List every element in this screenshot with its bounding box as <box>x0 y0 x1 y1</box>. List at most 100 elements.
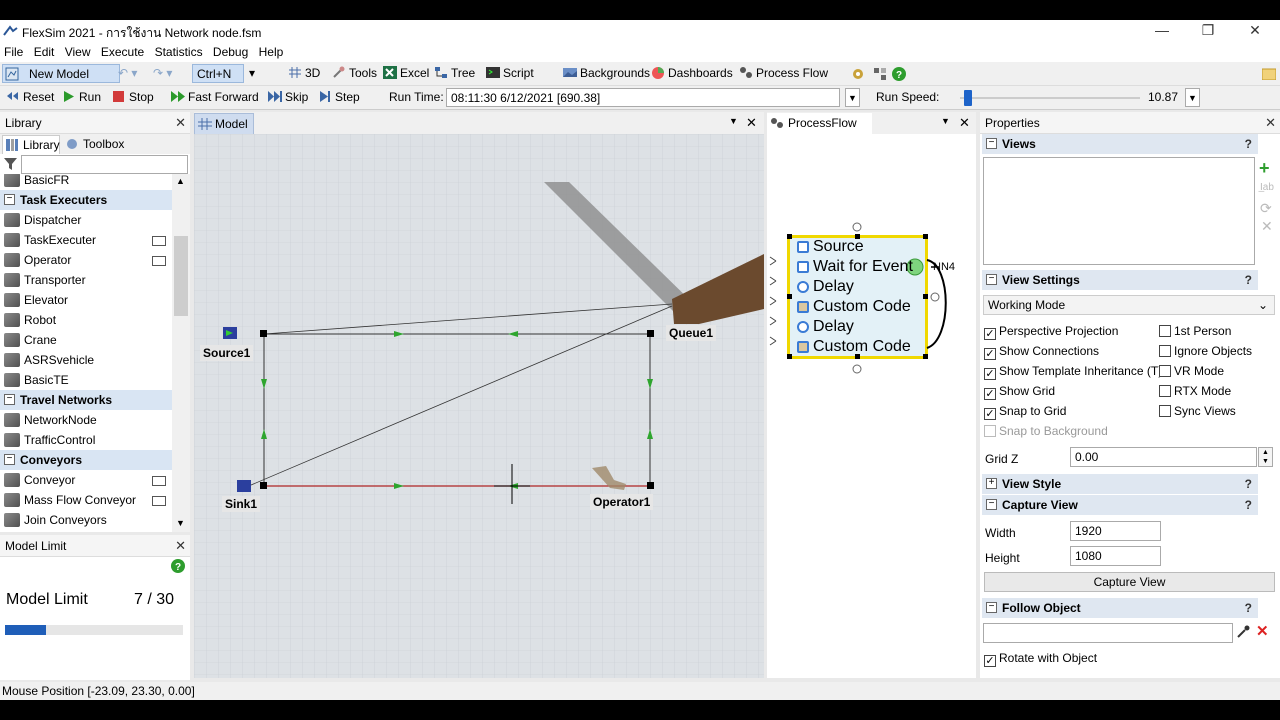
pf-dropdown-icon[interactable]: ▼ <box>941 116 950 126</box>
skip-button[interactable]: Skip <box>268 90 308 104</box>
menu-edit[interactable]: Edit <box>30 44 58 59</box>
help-icon[interactable]: ? <box>892 67 906 81</box>
run-button[interactable]: Run <box>62 90 101 104</box>
section-view-settings[interactable]: − View Settings? <box>982 270 1258 290</box>
dashboards-button[interactable]: Dashboards <box>651 66 733 80</box>
library-item[interactable]: Elevator <box>0 290 172 310</box>
library-category[interactable]: − Travel Networks <box>0 390 172 410</box>
library-item[interactable]: TaskExecuter <box>0 230 172 250</box>
pf-activity[interactable]: Delay <box>797 318 854 338</box>
pf-activity[interactable]: Wait for Event <box>797 258 913 278</box>
run-speed-slider-track[interactable] <box>960 97 1140 99</box>
follow-object-help-icon[interactable]: ? <box>1245 601 1252 615</box>
network-node-1[interactable] <box>260 330 267 337</box>
menu-statistics[interactable]: Statistics <box>151 44 206 59</box>
follow-object-field[interactable] <box>983 623 1233 643</box>
view-setting-checkbox[interactable]: 1st Person <box>1159 324 1231 338</box>
undo-icon[interactable]: ↶ ▾ <box>118 66 137 80</box>
section-view-style[interactable]: + View Style? <box>982 474 1258 494</box>
tab-model[interactable]: Model <box>194 113 254 134</box>
redo-icon[interactable]: ↷ ▾ <box>153 66 172 80</box>
capture-view-help-icon[interactable]: ? <box>1245 498 1252 512</box>
menu-debug[interactable]: Debug <box>209 44 251 59</box>
run-time-field[interactable]: 08:11:30 6/12/2021 [690.38] <box>446 88 840 107</box>
view-setting-checkbox[interactable]: Ignore Objects <box>1159 344 1252 358</box>
network-node-3[interactable] <box>260 482 267 489</box>
width-field[interactable]: 1920 <box>1070 521 1161 541</box>
refresh-view-icon[interactable]: ⟳ <box>1260 200 1272 217</box>
run-time-dropdown-icon[interactable]: ▼ <box>845 88 860 107</box>
view-setting-checkbox[interactable]: RTX Mode <box>1159 384 1231 398</box>
network-node-4[interactable] <box>647 482 654 489</box>
menu-view[interactable]: View <box>61 44 94 59</box>
grid-z-field[interactable]: 0.00 <box>1070 447 1257 467</box>
fast-forward-button[interactable]: Fast Forward <box>171 90 259 104</box>
capture-view-button[interactable]: Capture View <box>984 572 1275 592</box>
library-category[interactable]: − Task Executers <box>0 190 172 210</box>
settings-gear-icon[interactable] <box>851 67 865 81</box>
library-item[interactable]: Crane <box>0 330 172 350</box>
section-views[interactable]: − Views? <box>982 134 1258 154</box>
tab-processflow[interactable]: ProcessFlow <box>767 113 872 134</box>
collapse-icon[interactable]: − <box>4 394 15 405</box>
grid-z-spinner[interactable]: ▲ ▼ <box>1258 447 1273 467</box>
library-item[interactable]: ASRSvehicle <box>0 350 172 370</box>
collapse-icon[interactable]: − <box>4 194 15 205</box>
excel-button[interactable]: Excel <box>383 66 429 80</box>
library-close-icon[interactable]: ✕ <box>175 115 186 131</box>
pf-activity[interactable]: Source <box>797 238 864 258</box>
script-button[interactable]: Script <box>486 66 534 80</box>
library-item[interactable]: Mass Flow Conveyor <box>0 490 172 510</box>
scroll-up-icon[interactable]: ▲ <box>176 176 185 186</box>
library-item[interactable]: Join Conveyors <box>0 510 172 530</box>
library-item[interactable]: BasicFR <box>0 174 172 190</box>
add-to-model-icon[interactable] <box>152 496 166 506</box>
eyedropper-icon[interactable] <box>1236 625 1250 639</box>
model-limit-help-icon[interactable]: ? <box>171 559 185 573</box>
section-capture-view[interactable]: − Capture View? <box>982 495 1258 515</box>
view-setting-checkbox[interactable]: ✓ Perspective Projection <box>984 324 1118 340</box>
library-category[interactable]: − Conveyors <box>0 450 172 470</box>
sink1-object[interactable] <box>237 480 251 492</box>
library-item[interactable]: Dispatcher <box>0 210 172 230</box>
reset-button[interactable]: Reset <box>6 90 54 104</box>
rename-view-icon[interactable]: I̲ab <box>1260 182 1274 193</box>
add-to-model-icon[interactable] <box>152 256 166 266</box>
clear-follow-icon[interactable]: ✕ <box>1256 622 1269 640</box>
section-follow-object[interactable]: − Follow Object? <box>982 598 1258 618</box>
tools-button[interactable]: Tools <box>332 66 377 80</box>
working-mode-select[interactable]: Working Mode ⌄ <box>983 295 1275 315</box>
add-to-model-icon[interactable] <box>152 236 166 246</box>
collapse-icon[interactable]: − <box>4 454 15 465</box>
pf-activity[interactable]: Custom Code <box>797 338 911 358</box>
tab-toolbox[interactable]: Toolbox <box>62 135 128 154</box>
process-flow-button[interactable]: Process Flow <box>739 66 828 80</box>
delete-view-icon[interactable]: ✕ <box>1261 218 1273 235</box>
close-window-button[interactable]: ✕ <box>1240 22 1270 39</box>
add-to-model-icon[interactable] <box>152 476 166 486</box>
view-setting-checkbox[interactable]: Sync Views <box>1159 404 1236 418</box>
backgrounds-button[interactable]: Backgrounds <box>563 66 650 80</box>
library-item[interactable]: BasicTE <box>0 370 172 390</box>
height-field[interactable]: 1080 <box>1070 546 1161 566</box>
tab-library[interactable]: Library <box>2 135 60 154</box>
add-view-icon[interactable]: + <box>1259 158 1270 179</box>
library-scrollbar[interactable]: ▲ ▼ <box>172 174 190 532</box>
scroll-down-icon[interactable]: ▼ <box>176 518 185 528</box>
menu-help[interactable]: Help <box>255 44 287 59</box>
run-speed-slider-thumb[interactable] <box>963 90 972 106</box>
menu-file[interactable]: File <box>0 44 26 59</box>
new-model-button[interactable]: New Model <box>2 64 120 83</box>
view-setting-checkbox[interactable]: ✓ Snap to Grid <box>984 404 1066 420</box>
view-style-help-icon[interactable]: ? <box>1245 477 1252 491</box>
library-item[interactable]: Robot <box>0 310 172 330</box>
network-node-2[interactable] <box>647 330 654 337</box>
model-limit-close-icon[interactable]: ✕ <box>175 538 186 554</box>
library-item[interactable]: Transporter <box>0 270 172 290</box>
filter-icon[interactable] <box>4 158 17 170</box>
views-list[interactable] <box>983 157 1255 265</box>
library-item[interactable]: TrafficControl <box>0 430 172 450</box>
pf-activity[interactable]: Delay <box>797 278 854 298</box>
properties-close-icon[interactable]: ✕ <box>1265 115 1276 131</box>
model-close-icon[interactable]: ✕ <box>746 115 757 131</box>
